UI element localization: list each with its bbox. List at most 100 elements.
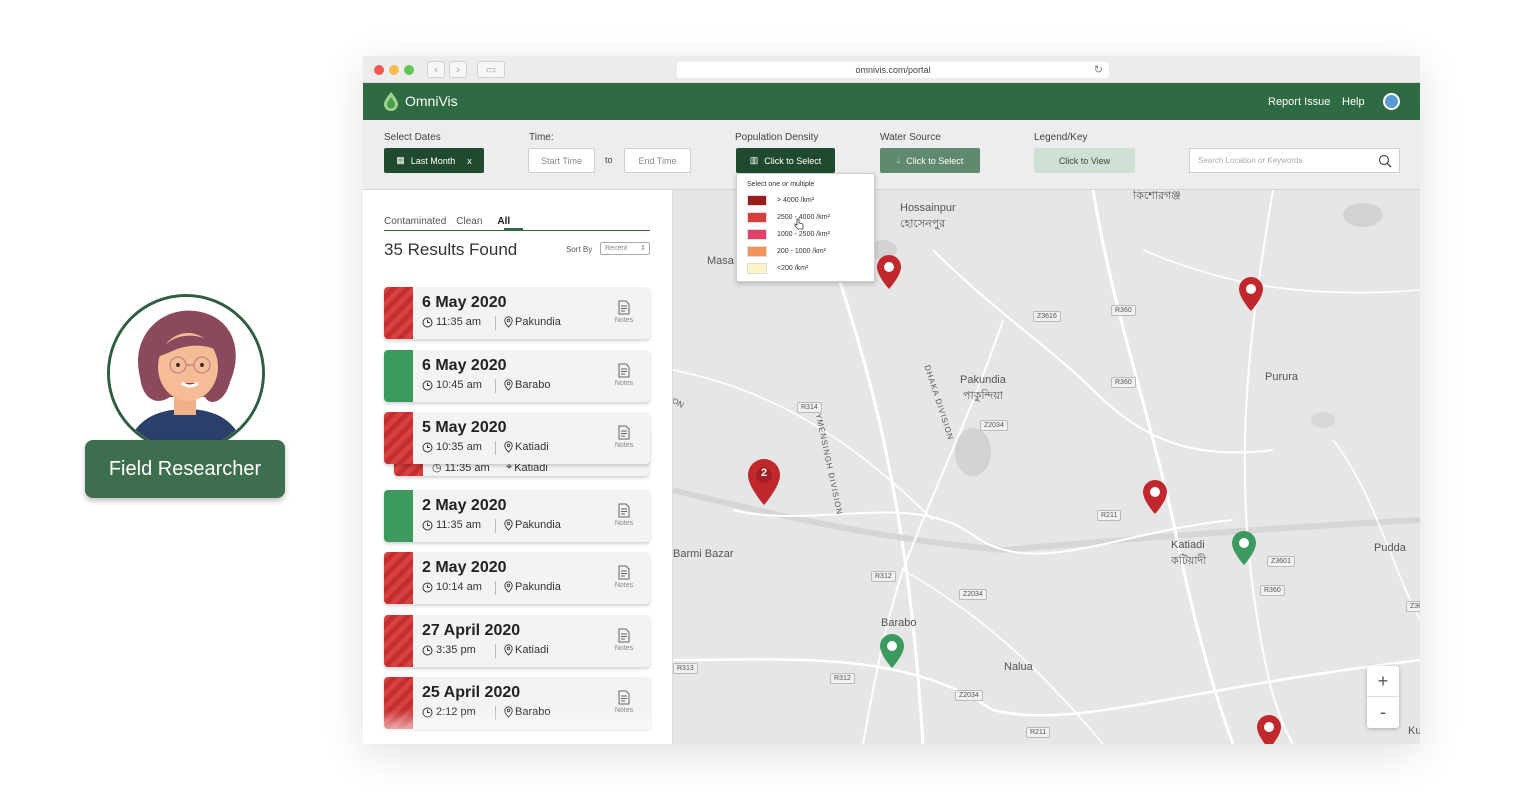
results-panel: Contaminated Clean All 35 Results Found … [363,190,673,744]
notes-button[interactable]: Notes [610,565,638,589]
density-label: Population Density [735,132,819,143]
location-pin-icon [504,316,513,328]
record-card[interactable]: 2 May 2020 10:14 am Pakundia Notes [384,552,650,604]
help-link[interactable]: Help [1342,96,1365,108]
contaminated-location-pin[interactable] [1142,479,1168,515]
maximize-window-button[interactable] [404,65,414,75]
report-issue-link[interactable]: Report Issue [1268,96,1330,108]
density-option[interactable]: <200 /km² [747,262,808,275]
density-filter-button[interactable]: ▥ Click to Select [736,148,835,173]
card-divider [495,519,496,533]
clock-icon [422,442,433,452]
clock-icon [422,317,433,327]
density-option[interactable]: 200 - 1000 /km² [747,245,826,258]
road-label: Z3601 [1267,556,1295,567]
user-account-icon[interactable] [1383,93,1400,110]
location-text: Barabo [515,379,551,391]
time-text: 11:35 am [436,519,482,531]
url-bar[interactable]: omnivis.com/portal ↻ [677,62,1109,78]
density-option-label: > 4000 /km² [777,197,815,204]
record-date: 2 May 2020 [422,497,507,514]
calendar-icon: ▦ [396,155,405,165]
tab-contaminated[interactable]: Contaminated [384,216,446,227]
contaminated-location-pin[interactable] [876,254,902,290]
density-button-label: Click to Select [764,155,822,166]
sidebar-toggle-icon[interactable]: ▭ [477,61,505,78]
location-pin-icon [504,644,513,656]
time-label: Time: [529,132,554,143]
reload-icon[interactable]: ↻ [1094,63,1103,76]
zoom-out-button[interactable]: - [1367,697,1399,728]
notes-button[interactable]: Notes [610,425,638,449]
water-button-label: Click to Select [906,155,964,166]
pin-cluster[interactable]: 2 [747,458,781,506]
researcher-avatar [107,294,265,452]
legend-view-button[interactable]: Click to View [1034,148,1135,173]
record-time: 11:35 am [422,316,481,328]
record-location: Katiadi [504,644,549,656]
search-input[interactable]: Search Location or Keywords [1189,148,1400,173]
list-fade [363,710,672,744]
clear-dates-icon[interactable]: x [467,156,472,166]
notes-label: Notes [614,317,634,324]
record-time: 10:35 am [422,441,482,453]
density-option[interactable]: > 4000 /km² [747,194,814,207]
density-option[interactable]: 2500 - 4000 /km² [747,211,830,224]
notes-label: Notes [614,520,634,527]
record-card[interactable]: 27 April 2020 3:35 pm Katiadi Notes [384,615,650,667]
contaminated-location-pin[interactable] [1238,276,1264,312]
record-card[interactable]: 6 May 2020 10:45 am Barabo Notes [384,350,650,402]
place-label: Barabo [881,617,917,629]
clean-location-pin[interactable] [879,633,905,669]
density-option-label: 1000 - 2500 /km² [777,231,830,238]
notes-button[interactable]: Notes [610,503,638,527]
tab-all[interactable]: All [497,216,510,227]
time-text: 11:35 am [436,316,482,328]
notes-button[interactable]: Notes [610,628,638,652]
app-logo[interactable]: OmniVis [383,91,458,111]
status-stripe [384,350,413,402]
record-card[interactable]: 2 May 2020 11:35 am Pakundia Notes [384,490,650,542]
notes-button[interactable]: Notes [610,300,638,324]
minimize-window-button[interactable] [389,65,399,75]
card-divider [495,644,496,658]
sort-select[interactable]: Recent ⇕ [600,242,650,255]
place-label: Katiadi [1171,539,1205,551]
record-time: 3:35 pm [422,644,476,656]
record-card[interactable]: 6 May 2020 11:35 am Pakundia Notes [384,287,650,339]
contaminated-location-pin[interactable] [1256,714,1282,744]
density-option[interactable]: 1000 - 2500 /km² [747,228,830,241]
road-label: Z2034 [980,420,1008,431]
dates-filter-button[interactable]: ▦ Last Month x [384,148,484,173]
sort-value: Recent [605,245,628,252]
close-window-button[interactable] [374,65,384,75]
record-date: 6 May 2020 [422,294,507,311]
density-dropdown: Select one or multiple > 4000 /km² 2500 … [736,173,875,282]
card-divider [495,316,496,330]
start-time-input[interactable]: Start Time [528,148,595,173]
clean-location-pin[interactable] [1231,530,1257,566]
zoom-in-button[interactable]: + [1367,666,1399,697]
record-card[interactable]: 5 May 2020 10:35 am Katiadi Notes [384,412,650,464]
notes-button[interactable]: Notes [610,363,638,387]
location-text: Pakundia [515,316,561,328]
search-icon[interactable] [1378,154,1392,168]
forward-button[interactable]: › [449,61,467,78]
status-stripe [384,490,413,542]
place-label: Ku [1408,725,1420,737]
water-source-filter-button[interactable]: 💧︎ Click to Select [880,148,980,173]
place-label: কিশোরগঞ্জ [1133,190,1181,202]
notes-icon [618,503,630,518]
location-pin-icon [504,519,513,531]
back-button[interactable]: ‹ [427,61,445,78]
place-label: Pudda [1374,542,1406,554]
road-label: R211 [1026,727,1051,738]
app-header: OmniVis Report Issue Help [363,83,1420,120]
notes-icon [618,425,630,440]
tab-clean[interactable]: Clean [456,216,482,227]
notes-icon [618,300,630,315]
end-time-input[interactable]: End Time [624,148,691,173]
notes-label: Notes [614,645,634,652]
results-count: 35 Results Found [384,240,518,259]
cluster-count: 2 [760,467,768,479]
